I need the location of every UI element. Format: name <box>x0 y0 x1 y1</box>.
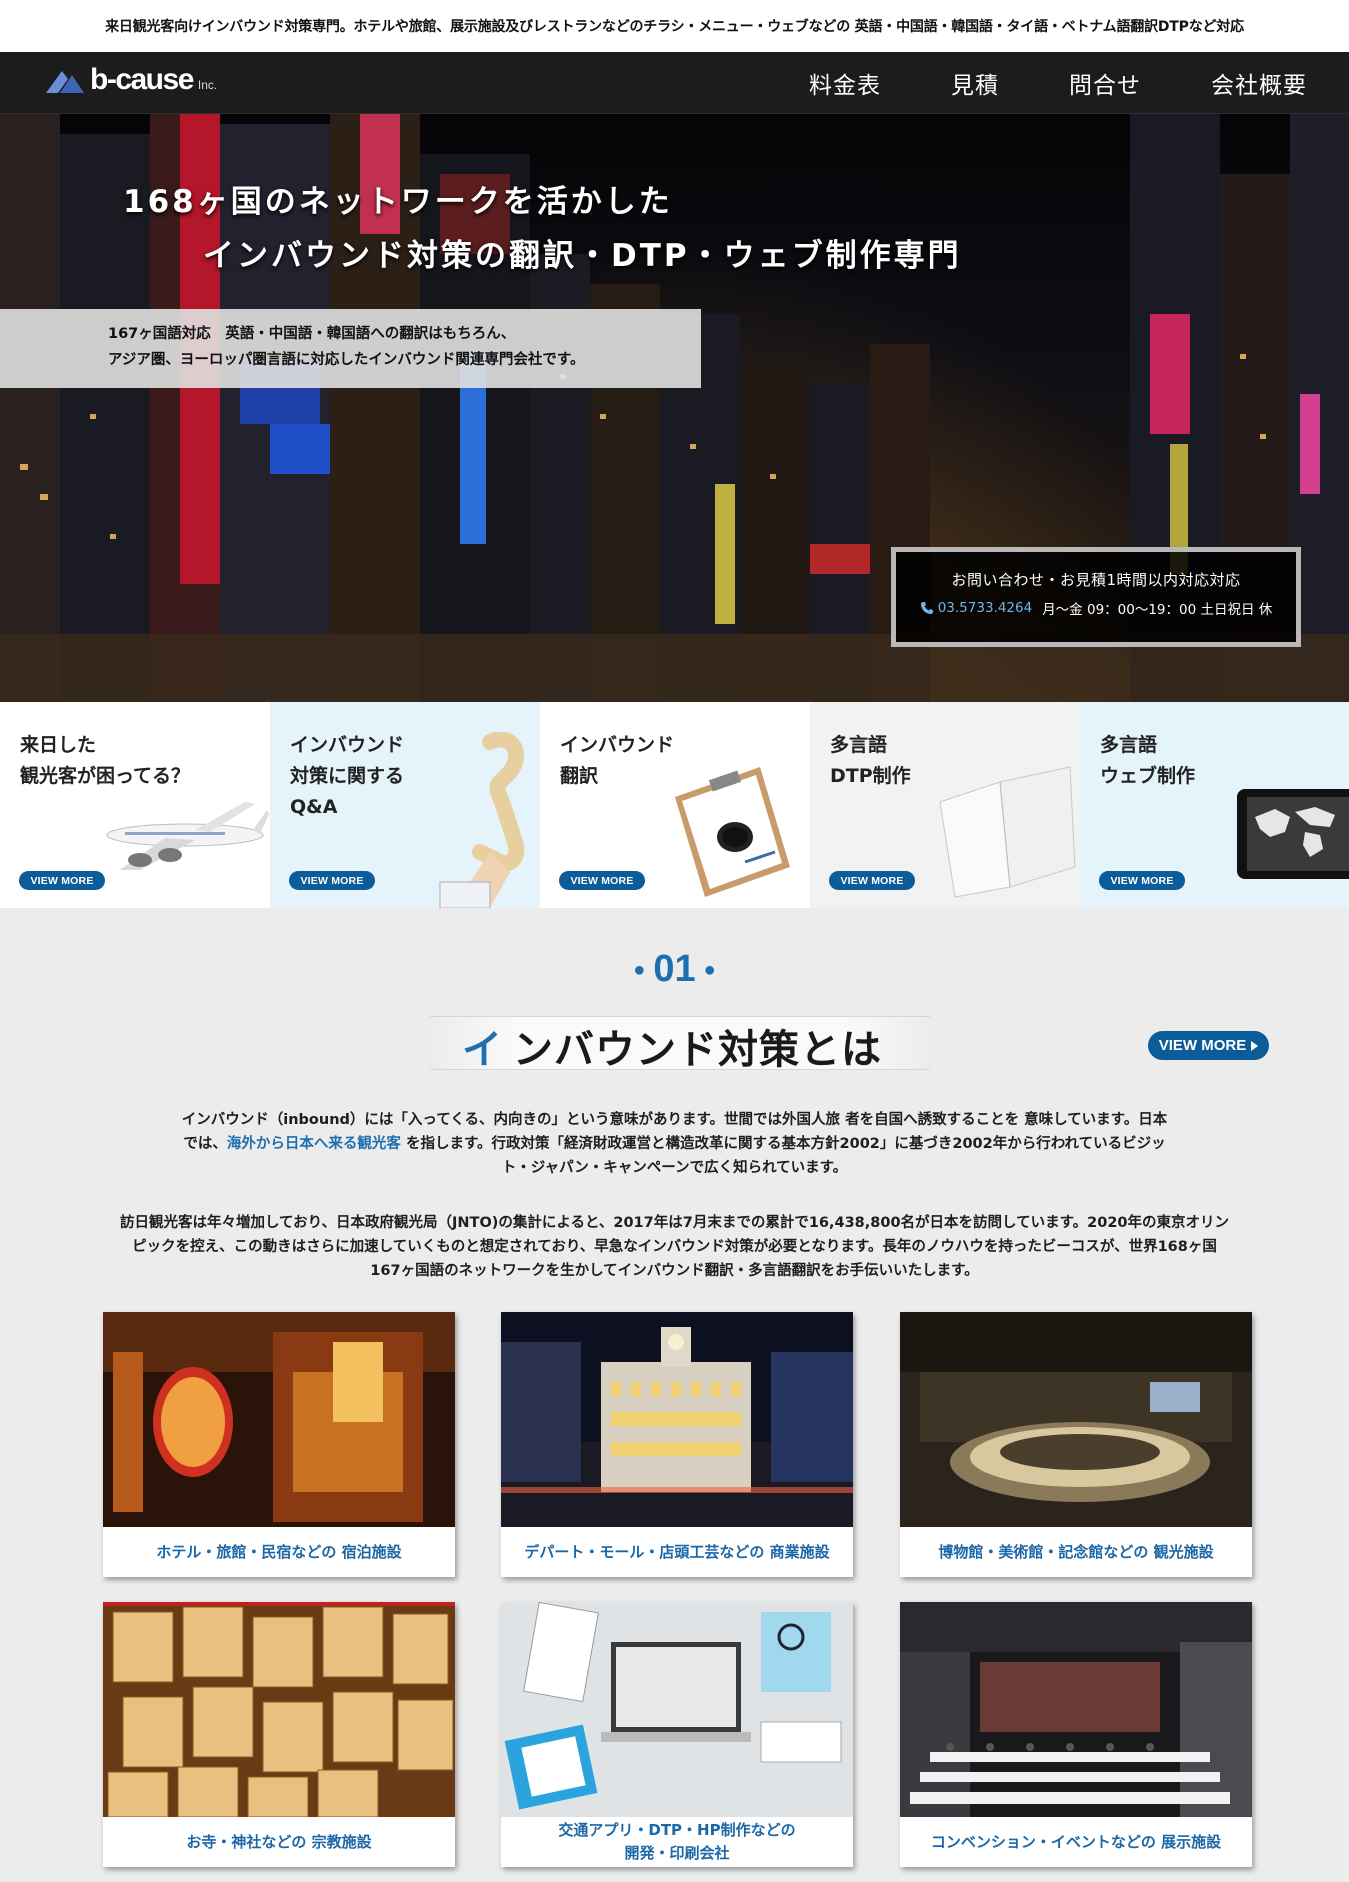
laptop-desk-photo <box>501 1602 853 1817</box>
convention-hall-photo <box>900 1602 1252 1817</box>
tile-religious[interactable]: お寺・神社などの 宗教施設 <box>103 1602 455 1867</box>
section-view-more-button[interactable]: VIEW MORE <box>1148 1031 1269 1060</box>
tile-commercial[interactable]: デパート・モール・店頭工芸などの 商業施設 <box>501 1312 853 1577</box>
tile-exhibition[interactable]: コンベンション・イベントなどの 展示施設 <box>900 1602 1252 1867</box>
lantern-photo <box>103 1312 455 1527</box>
top-banner: 来日観光客向けインバウンド対策専門。ホテルや旅館、展示施設及びレストランなどのチ… <box>0 0 1349 52</box>
card-inbound-translation[interactable]: インバウンド 翻訳 VIEW MORE <box>540 702 810 908</box>
card-title: 来日した 観光客が困ってる？ <box>20 734 191 787</box>
hero-sub-line1: 167ヶ国語対応 英語・中国語・韓国語への翻訳はもちろん、 <box>108 326 516 342</box>
tile-development-printing[interactable]: 交通アプリ・DTP・HP制作などの 開発・印刷会社 <box>501 1602 853 1867</box>
contact-heading: お問い合わせ・お見積1時間以内対応対応 <box>951 571 1241 589</box>
view-more-button[interactable]: VIEW MORE <box>19 871 105 890</box>
nav-company[interactable]: 会社概要 <box>1211 66 1307 100</box>
tile-caption: 博物館・美術館・記念館などの 観光施設 <box>938 1542 1214 1561</box>
card-inbound-qa[interactable]: インバウンド 対策に関する Q&A VIEW MORE <box>270 702 540 908</box>
hero-banner: 168ヶ国のネットワークを活かした インバウンド対策の翻訳・DTP・ウェブ制作専… <box>0 114 1349 702</box>
card-tourist-trouble[interactable]: 来日した 観光客が困ってる？ VIEW MORE <box>0 702 270 908</box>
card-multilingual-dtp[interactable]: 多言語 DTP制作 VIEW MORE <box>810 702 1080 908</box>
view-more-button[interactable]: VIEW MORE <box>289 871 375 890</box>
view-more-button[interactable]: VIEW MORE <box>1099 871 1185 890</box>
airplane-icon <box>106 802 269 870</box>
hero-title-line2: インバウンド対策の翻訳・DTP・ウェブ制作専門 <box>203 238 962 274</box>
navbar: b-cause Inc. 料金表 見積 問合せ 会社概要 <box>0 52 1349 114</box>
view-more-button[interactable]: VIEW MORE <box>829 871 915 890</box>
contact-box[interactable]: お問い合わせ・お見積1時間以内対応対応 03.5733.4264 月〜金 09：… <box>891 547 1301 647</box>
nav-contact[interactable]: 問合せ <box>1069 66 1141 100</box>
section-title: インバウンド対策とは <box>462 1027 882 1073</box>
tile-caption: ホテル・旅館・民宿などの 宿泊施設 <box>156 1542 402 1561</box>
logo-text: b-cause <box>90 63 194 96</box>
tile-sightseeing[interactable]: 博物館・美術館・記念館などの 観光施設 <box>900 1312 1252 1577</box>
contact-phone[interactable]: 03.5733.4264 <box>920 600 1032 616</box>
hero-sub-line2: アジア圏、ヨーロッパ圏言語に対応したインバウンド関連専門会社です。 <box>108 352 585 368</box>
ema-plaques-photo <box>103 1602 455 1817</box>
stats-paragraph: 訪日観光客は年々増加しており、日本政府観光局（JNTO)の集計によると、2017… <box>119 1215 1230 1279</box>
ginza-building-photo <box>501 1312 853 1527</box>
contact-phone-number: 03.5733.4264 <box>937 600 1033 616</box>
contact-hours: 月〜金 09：00〜19：00 土日祝日 休 <box>1042 602 1273 618</box>
card-title: 多言語 ウェブ制作 <box>1100 734 1196 787</box>
open-book-icon <box>939 766 1076 898</box>
view-more-button[interactable]: VIEW MORE <box>559 871 645 890</box>
card-multilingual-web[interactable]: 多言語 ウェブ制作 VIEW MORE <box>1080 702 1349 908</box>
tile-accommodation[interactable]: ホテル・旅館・民宿などの 宿泊施設 <box>103 1312 455 1577</box>
museum-photo <box>900 1312 1252 1527</box>
card-title: インバウンド 翻訳 <box>560 734 675 787</box>
telephone-receiver-icon <box>439 732 525 908</box>
tile-caption: 交通アプリ・DTP・HP制作などの 開発・印刷会社 <box>558 1821 796 1862</box>
section-number: ● 01 ● <box>633 948 716 990</box>
tile-caption: コンベンション・イベントなどの 展示施設 <box>930 1832 1222 1851</box>
logo-mark-icon <box>46 71 84 93</box>
card-title: インバウンド 対策に関する Q&A <box>290 734 405 818</box>
inline-link[interactable]: 海外から日本へ来る観光客 <box>227 1136 401 1152</box>
nav-pricing[interactable]: 料金表 <box>809 66 881 100</box>
intro-paragraph: インバウンド（inbound）には「入ってくる、内向きの」という意味があります。… <box>181 1112 1168 1176</box>
card-title: 多言語 DTP制作 <box>830 734 911 787</box>
hero-title-line1: 168ヶ国のネットワークを活かした <box>123 184 673 220</box>
tile-caption: お寺・神社などの 宗教施設 <box>186 1832 372 1851</box>
dot-icon: ● <box>703 959 716 982</box>
feature-cards: 来日した 観光客が困ってる？ VIEW MORE インバウンド 対策に関する Q&A … <box>0 702 1349 908</box>
tablet-world-map-icon <box>1237 789 1349 879</box>
logo[interactable]: b-cause Inc. <box>44 65 217 95</box>
dot-icon: ● <box>633 959 646 982</box>
logo-suffix: Inc. <box>197 78 218 92</box>
tile-caption: デパート・モール・店頭工芸などの 商業施設 <box>524 1542 830 1561</box>
hero-subtitle-box: 167ヶ国語対応 英語・中国語・韓国語への翻訳はもちろん、 アジア圏、ヨーロッパ… <box>0 309 701 388</box>
phone-icon <box>920 602 933 614</box>
nav-estimate[interactable]: 見積 <box>951 66 999 100</box>
play-arrow-icon <box>1251 1040 1259 1051</box>
